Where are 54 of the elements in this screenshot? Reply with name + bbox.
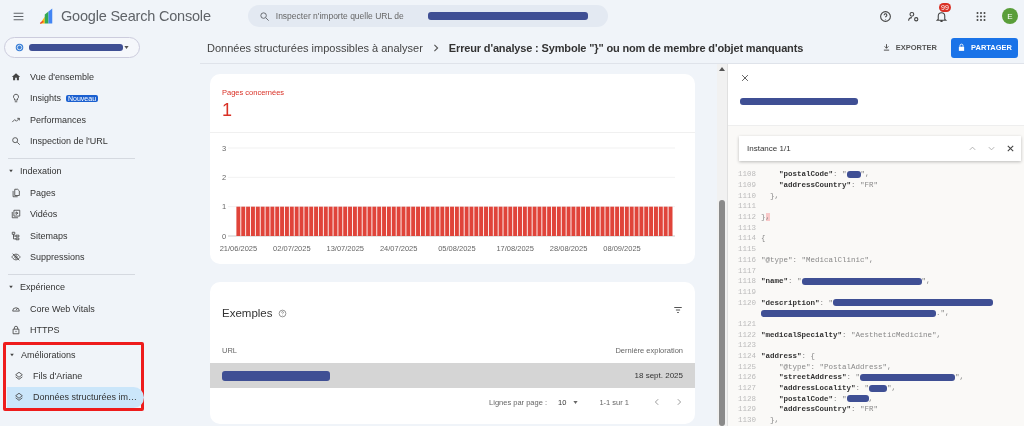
nav-item[interactable]: Inspection de l'URL bbox=[4, 130, 141, 152]
close-icon[interactable] bbox=[1006, 144, 1015, 153]
pages-icon bbox=[11, 187, 21, 198]
search-icon bbox=[11, 136, 21, 147]
table-cell: 18 sept. 2025 bbox=[634, 371, 683, 380]
nav-item[interactable]: HTTPS bbox=[4, 319, 141, 341]
apps-grid-icon[interactable] bbox=[975, 9, 987, 23]
chevron-right-icon bbox=[431, 43, 440, 52]
section-header[interactable]: Améliorations bbox=[6, 345, 141, 365]
redaction-bar bbox=[869, 384, 888, 392]
download-icon bbox=[881, 43, 891, 52]
lightbulb-icon bbox=[11, 93, 21, 104]
site-icon bbox=[15, 43, 24, 52]
nav-item[interactable]: Core Web Vitals bbox=[4, 298, 141, 320]
property-selector[interactable] bbox=[4, 37, 140, 58]
metric-value: 1 bbox=[222, 100, 232, 121]
home-icon bbox=[11, 71, 21, 82]
nav-item[interactable]: Performances bbox=[4, 109, 141, 131]
nav-item[interactable]: Suppressions bbox=[4, 246, 141, 268]
people-settings-icon[interactable] bbox=[907, 9, 920, 23]
caret-icon bbox=[8, 168, 14, 174]
nav-item[interactable]: Fils d'Ariane bbox=[7, 365, 144, 387]
layers-icon bbox=[14, 370, 24, 381]
card-title: Exemples bbox=[222, 307, 273, 319]
bell-icon[interactable] bbox=[935, 9, 948, 23]
page-title: Erreur d'analyse : Symbole "}" ou nom de membre d'objet manquants bbox=[448, 41, 804, 54]
filter-icon[interactable] bbox=[673, 305, 683, 315]
video-icon bbox=[11, 209, 21, 220]
section-header[interactable]: Indexation bbox=[0, 160, 200, 182]
nav-item[interactable]: Sitemaps bbox=[4, 225, 141, 247]
lock-icon bbox=[957, 43, 966, 52]
app-name: Google Search Console bbox=[61, 8, 211, 24]
redaction-bar bbox=[846, 170, 861, 178]
redaction-bar bbox=[846, 395, 869, 403]
caret-icon bbox=[123, 44, 130, 51]
breadcrumb-link[interactable]: Données structurées impossibles à analyser bbox=[207, 41, 423, 54]
close-icon[interactable] bbox=[740, 73, 750, 83]
nav-item[interactable]: Données structurées im… bbox=[7, 386, 144, 408]
nav-item[interactable]: Pages bbox=[4, 182, 141, 204]
caret-icon bbox=[8, 284, 14, 290]
eye-slash-icon bbox=[11, 252, 21, 263]
search-icon bbox=[258, 10, 270, 22]
layers-icon bbox=[14, 392, 24, 403]
caret-icon[interactable] bbox=[572, 398, 580, 406]
section-header[interactable]: Expérience bbox=[0, 276, 200, 298]
scrollbar[interactable] bbox=[717, 64, 727, 426]
caret-icon bbox=[9, 352, 15, 358]
sitemap-icon bbox=[11, 230, 21, 241]
lock-icon bbox=[11, 325, 21, 336]
match-count: Instance 1/1 bbox=[747, 144, 791, 153]
nav-item[interactable]: Vue d'ensemble bbox=[4, 66, 141, 88]
table-row[interactable]: 18 sept. 2025 bbox=[210, 363, 695, 388]
nav-item[interactable]: Vidéos bbox=[4, 203, 141, 225]
help-icon[interactable] bbox=[879, 9, 892, 23]
